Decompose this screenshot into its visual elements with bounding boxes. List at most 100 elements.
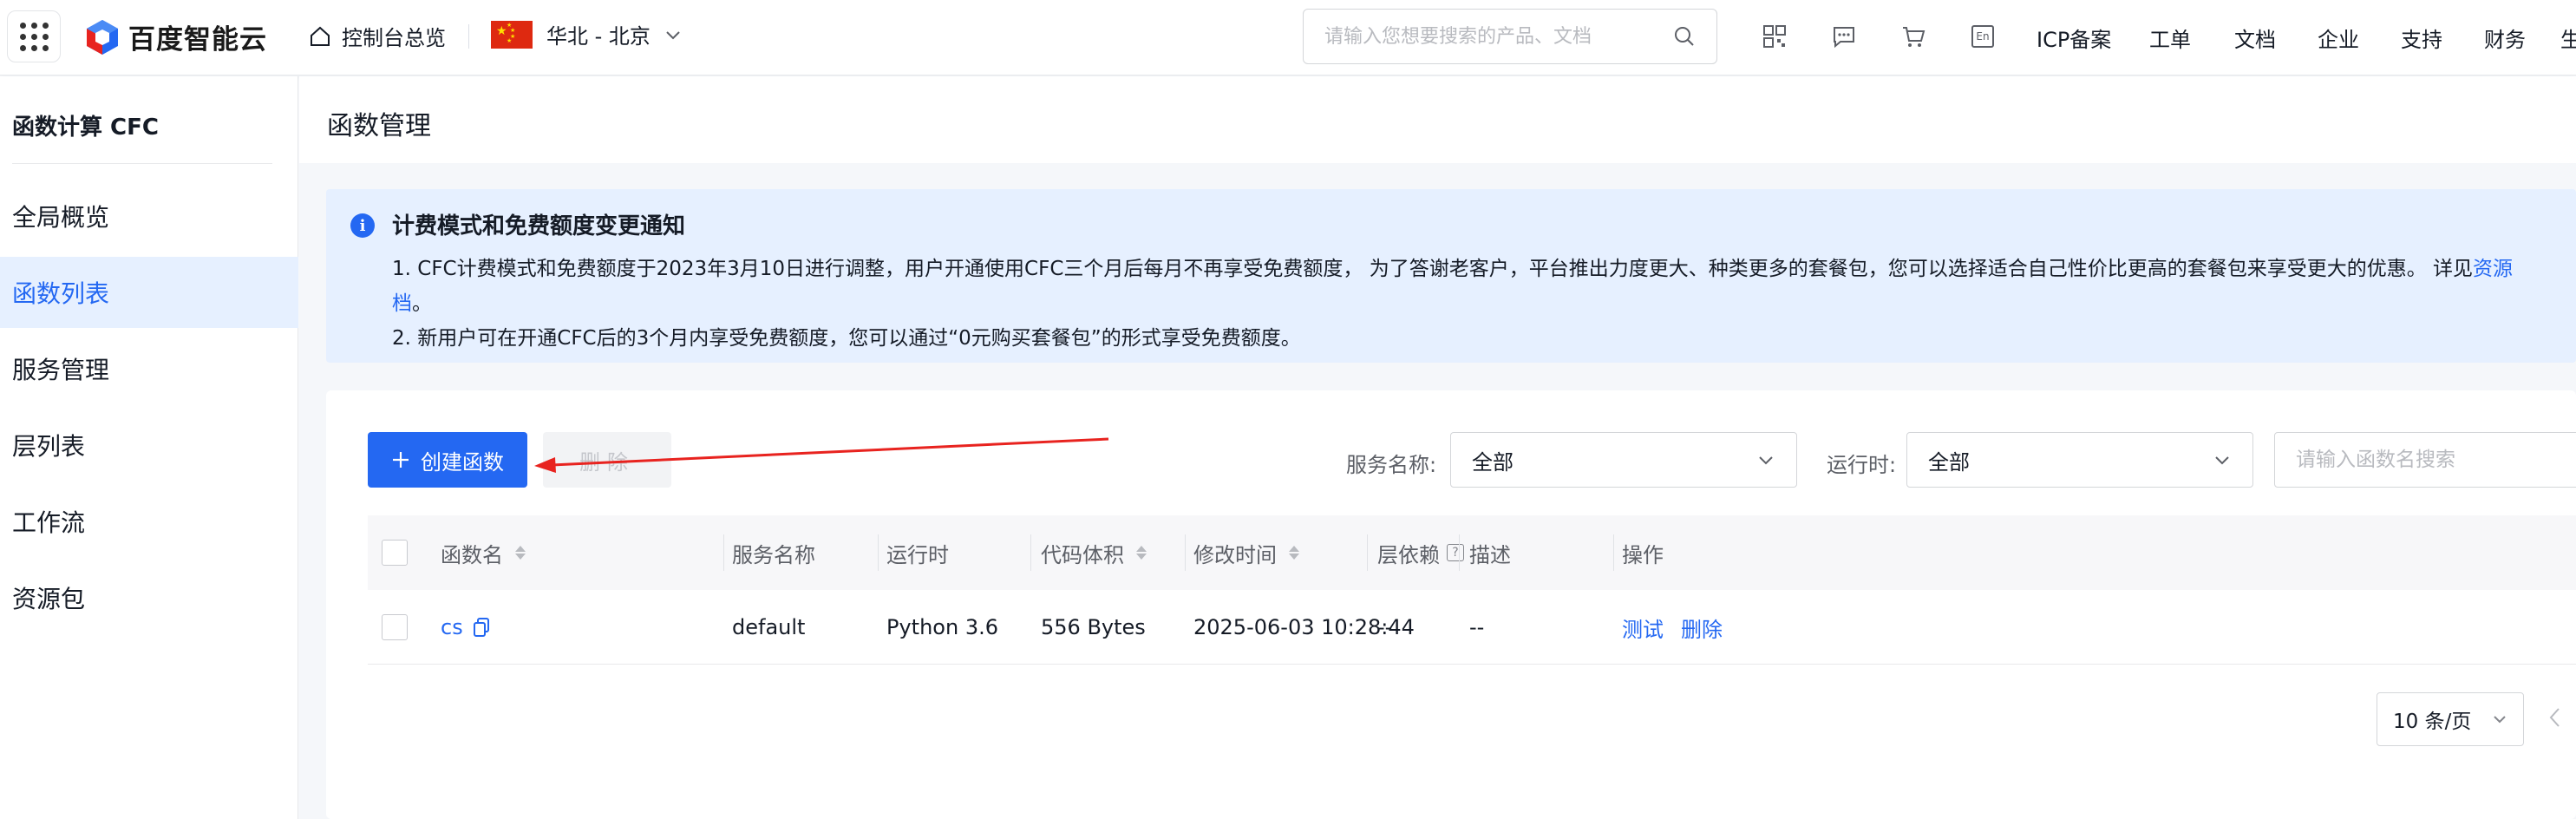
column-divider [1030, 534, 1031, 571]
notice-line-1-text: 1. CFC计费模式和免费额度于2023年3月10日进行调整，用户开通使用CFC… [392, 258, 2474, 280]
page-title: 函数管理 [327, 111, 431, 141]
resource-doc-link-continued[interactable]: 档 [392, 292, 412, 315]
nav-link-more[interactable]: 生 [2560, 23, 2576, 53]
header-layer-dependency-label: 层依赖 [1377, 542, 1440, 567]
service-name-cell: default [732, 615, 806, 639]
select-all-checkbox[interactable] [382, 515, 408, 590]
actions-cell: 测试 删除 [1622, 590, 1723, 665]
sidebar-item-resource-package[interactable]: 资源包 [0, 562, 298, 633]
runtime-filter-label: 运行时: [1827, 453, 1897, 477]
create-function-label: 创建函数 [421, 449, 504, 475]
nav-link-ticket[interactable]: 工单 [2149, 23, 2191, 53]
layer-dependency-cell: -- [1377, 615, 1393, 639]
header-actions: 操作 [1622, 542, 1664, 567]
service-filter-label: 服务名称: [1346, 453, 1437, 477]
billing-notice: i 计费模式和免费额度变更通知 1. CFC计费模式和免费额度于2023年3月1… [326, 189, 2576, 363]
header-function-name[interactable]: 函数名 [441, 515, 526, 590]
header-description: 描述 [1469, 542, 1511, 567]
code-size-cell: 556 Bytes [1041, 615, 1146, 639]
sidebar-item-layers[interactable]: 层列表 [0, 410, 298, 481]
resource-doc-link[interactable]: 资源 [2473, 258, 2513, 280]
previous-page-button[interactable] [2547, 706, 2564, 735]
delete-function-link[interactable]: 删除 [1681, 613, 1723, 643]
runtime-filter-select[interactable]: 全部 [1906, 432, 2253, 488]
nav-link-finance[interactable]: 财务 [2484, 23, 2526, 53]
chevron-down-icon [2494, 716, 2506, 724]
table-header-row: 函数名 服务名称 运行时 代码体积 修改时间 层依赖 ? 描述 操作 [368, 515, 2576, 590]
top-navigation-bar: 百度智能云 控制台总览 ★ ★ ★ ★ ★ 华北 - 北京 请输入您想要搜索的产… [0, 0, 2576, 75]
create-function-button[interactable]: 创建函数 [368, 432, 527, 488]
table-row: cs default Python 3.6 556 Bytes 2025-06-… [368, 590, 2576, 665]
function-name-link[interactable]: cs [441, 615, 463, 639]
column-divider [1459, 534, 1460, 571]
function-list-card: 创建函数 删除 服务名称: 全部 运行时: 全部 函数名 服务名称 [326, 390, 2576, 819]
sidebar-item-workflow[interactable]: 工作流 [0, 486, 298, 557]
column-divider [723, 534, 724, 571]
brand-logo[interactable]: 百度智能云 [85, 17, 267, 56]
sidebar-item-function-list[interactable]: 函数列表 [0, 257, 298, 328]
nav-link-support[interactable]: 支持 [2401, 23, 2442, 53]
notice-line-1: 1. CFC计费模式和免费额度于2023年3月10日进行调整，用户开通使用CFC… [392, 252, 2513, 281]
sort-icon[interactable] [1136, 546, 1147, 560]
function-name-search-input[interactable] [2296, 449, 2576, 471]
page-size-select[interactable]: 10 条/页 [2377, 692, 2524, 746]
header-layer-dependency: 层依赖 ? [1377, 515, 1464, 590]
runtime-filter-value: 全部 [1928, 449, 1970, 475]
nav-link-docs[interactable]: 文档 [2234, 23, 2276, 53]
header-code-size-label: 代码体积 [1041, 542, 1124, 567]
header-function-name-label: 函数名 [441, 542, 503, 567]
sidebar-title: 函数计算 CFC [12, 115, 159, 141]
chevron-down-icon [2215, 456, 2229, 465]
column-divider [878, 534, 879, 571]
function-name-cell: cs [441, 590, 491, 665]
region-label: 华北 - 北京 [546, 24, 651, 49]
notice-title: 计费模式和免费额度变更通知 [392, 213, 686, 239]
console-home-label: 控制台总览 [342, 26, 446, 50]
header-runtime: 运行时 [886, 542, 949, 567]
sort-icon[interactable] [515, 546, 526, 560]
runtime-cell: Python 3.6 [886, 615, 998, 639]
search-icon[interactable] [1673, 25, 1696, 48]
nav-link-enterprise[interactable]: 企业 [2318, 23, 2359, 53]
service-filter-select[interactable]: 全部 [1450, 432, 1797, 488]
header-modified-time[interactable]: 修改时间 [1193, 515, 1299, 590]
china-flag-icon: ★ ★ ★ ★ ★ [491, 20, 533, 49]
message-icon[interactable] [1830, 23, 1858, 50]
region-selector[interactable]: ★ ★ ★ ★ ★ 华北 - 北京 [491, 19, 682, 49]
apps-menu-button[interactable] [7, 10, 61, 62]
delete-button[interactable]: 删除 [543, 432, 671, 488]
sort-icon[interactable] [1289, 546, 1299, 560]
brand-name: 百度智能云 [128, 24, 267, 56]
sidebar-divider [12, 163, 272, 164]
column-divider [1613, 534, 1614, 571]
function-name-search-box[interactable] [2274, 432, 2576, 488]
baidu-cloud-logo-icon [87, 19, 118, 55]
sidebar-item-service-management[interactable]: 服务管理 [0, 333, 298, 404]
header-code-size[interactable]: 代码体积 [1041, 515, 1147, 590]
console-home-link[interactable]: 控制台总览 [309, 21, 446, 51]
row-checkbox[interactable] [382, 590, 408, 665]
sidebar: 函数计算 CFC 全局概览 函数列表 服务管理 层列表 工作流 资源包 [0, 76, 298, 819]
header-modified-time-label: 修改时间 [1193, 542, 1277, 567]
grid-icon [19, 22, 49, 51]
help-icon[interactable]: ? [1447, 544, 1464, 561]
sidebar-item-overview[interactable]: 全局概览 [0, 180, 298, 252]
chevron-down-icon [1759, 456, 1773, 465]
global-search-input[interactable] [1324, 25, 1673, 48]
global-search-box[interactable] [1303, 9, 1717, 64]
nav-link-icp[interactable]: ICP备案 [2037, 23, 2111, 53]
column-divider [1185, 534, 1186, 571]
info-icon: i [350, 213, 375, 238]
cart-icon[interactable] [1899, 23, 1927, 50]
function-table: 函数名 服务名称 运行时 代码体积 修改时间 层依赖 ? 描述 操作 cs de… [368, 515, 2576, 665]
page-header: 函数管理 [299, 76, 2576, 163]
header-service-name: 服务名称 [732, 542, 815, 567]
copy-icon[interactable] [472, 617, 491, 638]
notice-line-2-tail: 。 [412, 292, 432, 315]
language-en-icon[interactable]: En [1969, 23, 1997, 50]
home-icon [311, 26, 330, 46]
column-divider [1367, 534, 1368, 571]
notice-line-2: 档。 [392, 286, 432, 316]
test-function-link[interactable]: 测试 [1622, 613, 1664, 643]
qrcode-icon[interactable] [1761, 23, 1788, 50]
